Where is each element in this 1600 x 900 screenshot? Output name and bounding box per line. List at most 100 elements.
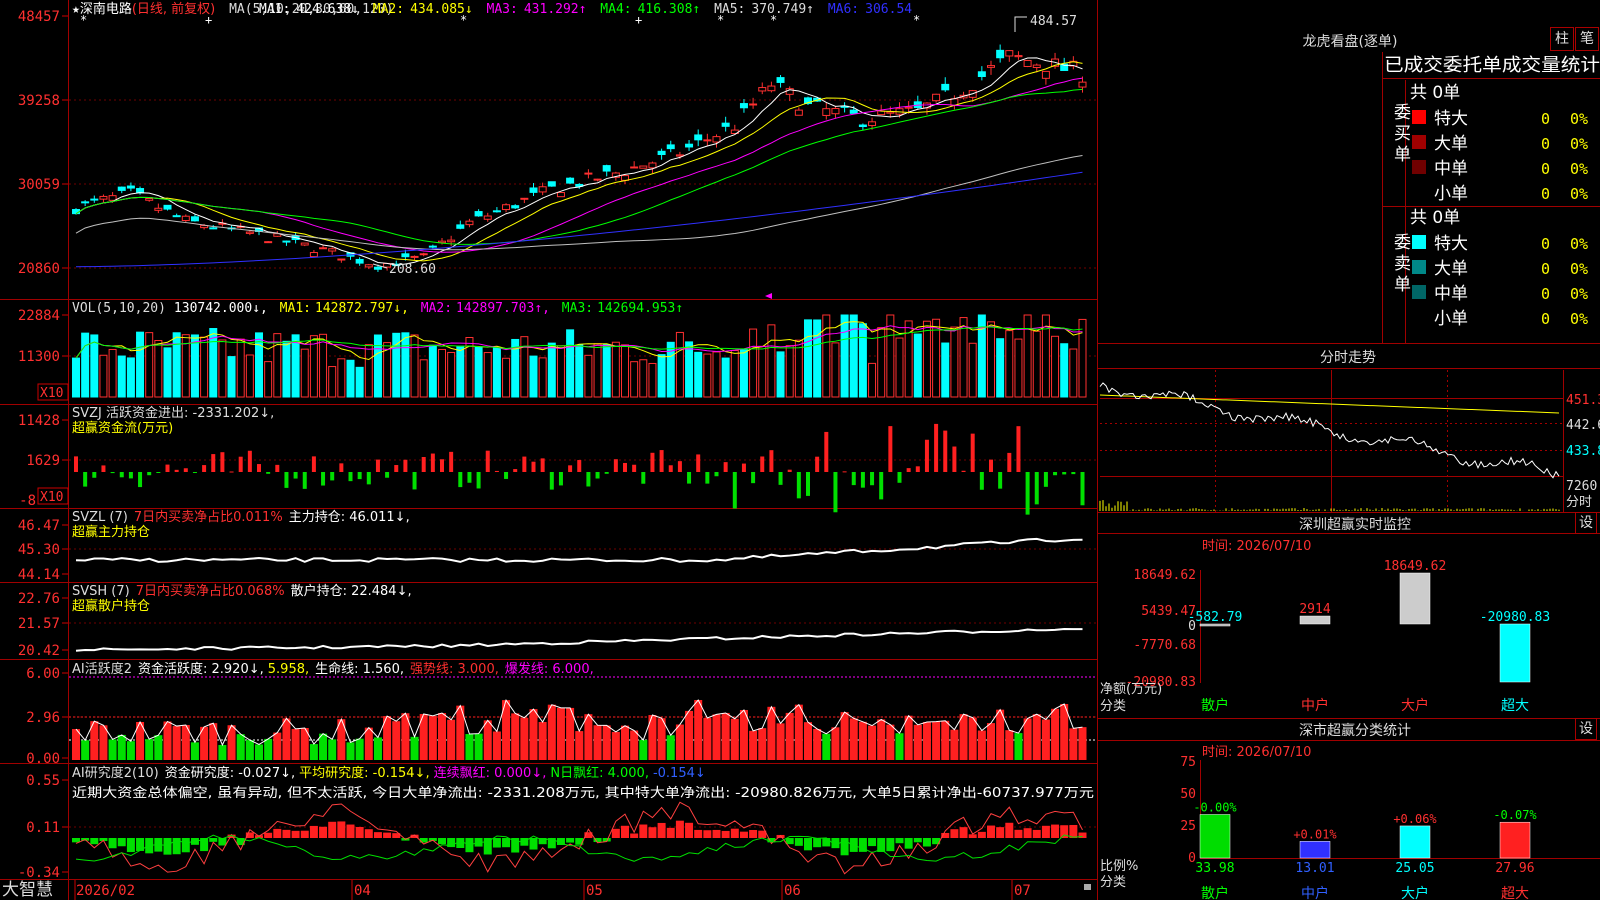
- flow-bar: [952, 446, 957, 472]
- bar-3: [1499, 821, 1531, 859]
- volume-bar: [602, 344, 611, 398]
- ma-values: MA1: 424.638↓ MA2: 434.085↓ MA3: 431.292↑ M…: [259, 2, 912, 17]
- volume-bar: [822, 314, 831, 398]
- flow-bar: [476, 472, 481, 489]
- szc-axis-0: 75: [1180, 755, 1196, 770]
- flow-bar: [568, 465, 573, 472]
- research-bar: [813, 838, 822, 848]
- category-label-1: 中户: [1301, 885, 1329, 900]
- volume-bar: [90, 334, 99, 398]
- column-view-button[interactable]: 柱: [1550, 27, 1574, 51]
- buy-row-value: 0: [1541, 160, 1550, 178]
- svzj-chart[interactable]: [74, 423, 1085, 515]
- activity-bar: [236, 734, 245, 760]
- volume-bar: [895, 337, 904, 398]
- activity-bar: [291, 728, 300, 760]
- volume-bar: [1005, 330, 1014, 398]
- ai-research-chart[interactable]: [72, 801, 1087, 875]
- sz-axis-3: -7770.68: [1133, 638, 1196, 653]
- activity-bar: [1014, 733, 1023, 760]
- candle-body: [419, 253, 428, 256]
- candlestick-chart[interactable]: [72, 44, 1087, 272]
- activity-bar: [987, 723, 995, 760]
- sz-monitor-settings-button[interactable]: 设: [1575, 512, 1597, 534]
- research-bar: [1005, 822, 1014, 838]
- intraday-axis-2: 433.8: [1566, 444, 1600, 459]
- candle-body: [886, 111, 895, 114]
- research-bar: [364, 829, 373, 838]
- svzl-chart[interactable]: [75, 537, 1083, 563]
- svsh-chart[interactable]: [75, 628, 1083, 652]
- volume-bar: [483, 352, 492, 398]
- flow-bar: [677, 461, 682, 472]
- flow-bar: [421, 456, 426, 472]
- flow-bar: [449, 451, 454, 472]
- volume-bar: [245, 354, 254, 398]
- flow-bar: [1025, 472, 1030, 515]
- flow-bar: [110, 472, 115, 474]
- flow-bar: [897, 472, 902, 483]
- activity-bar: [1051, 708, 1060, 760]
- candle-body: [858, 124, 867, 128]
- intraday-axis-0: 451.3: [1566, 393, 1600, 408]
- volume-chart[interactable]: [72, 314, 1087, 398]
- bar-label-3: 27.96: [1495, 861, 1534, 876]
- activity-bar: [639, 739, 648, 760]
- sell-row-value: 0: [1541, 260, 1550, 278]
- flow-bar: [119, 472, 124, 478]
- candle-body: [556, 192, 565, 198]
- research-bar: [996, 827, 1005, 838]
- candle-body: [1041, 70, 1050, 79]
- ai-active-chart[interactable]: [69, 676, 1097, 760]
- activity-bar: [282, 718, 291, 760]
- candle-body: [328, 248, 337, 252]
- activity-bar: [218, 744, 227, 760]
- activity-bar: [913, 724, 922, 760]
- volume-bar: [474, 346, 483, 398]
- flow-bar: [760, 456, 765, 472]
- sz-class-chart[interactable]: 33.98 散户 13.01 中户 25.05 大户 27.96 超大 -0.00% +0.01%…: [1193, 801, 1537, 900]
- flow-bar: [888, 426, 893, 472]
- candle-body: [648, 162, 657, 169]
- volume-bar: [255, 332, 263, 398]
- research-bar: [977, 831, 986, 838]
- intraday-axis-3: 7260: [1566, 479, 1597, 494]
- category-label-3: 超大: [1501, 698, 1529, 714]
- volume-bar: [611, 341, 620, 398]
- volume-bar: [922, 320, 931, 398]
- intraday-chart[interactable]: [1099, 382, 1560, 511]
- volume-bar: [556, 345, 565, 398]
- volume-bar: [492, 347, 501, 398]
- flow-bar: [687, 472, 692, 484]
- flow-bar: [311, 456, 316, 472]
- activity-bar: [72, 729, 80, 760]
- activity-bar: [126, 741, 135, 760]
- price-axis-0: 48457: [18, 9, 60, 25]
- research-bar: [886, 838, 895, 852]
- flow-bar: [842, 471, 847, 473]
- candle-body: [666, 144, 675, 150]
- flow-bar: [284, 472, 289, 488]
- svzj-header: SVZJ 活跃资金进出: -2331.202↓,: [72, 405, 274, 421]
- activity-bar: [840, 712, 849, 760]
- sz-monitor-title: 深圳超赢实时监控: [1299, 516, 1411, 533]
- svzl-header: SVZL (7) 7日内买卖净占比0.011% 主力持仓: 46.011↓,: [72, 509, 410, 525]
- longhu-tab-line[interactable]: 已成交委托单成交量统计: [1384, 55, 1600, 76]
- activity-bar: [703, 717, 712, 760]
- activity-bar: [877, 719, 886, 760]
- sz-monitor-chart[interactable]: -582.79 散户 2914 中户 18649.62 大户 -20980.83 超大: [1188, 559, 1551, 714]
- candle-body: [1014, 55, 1023, 58]
- high-mark: 484.57: [1030, 14, 1077, 29]
- sz-class-settings-button[interactable]: 设: [1575, 718, 1597, 740]
- candle-body: [941, 83, 950, 91]
- tick-view-button[interactable]: 笔: [1575, 27, 1599, 51]
- air-axis-2: -0.34: [18, 865, 60, 881]
- bar-label-0: 33.98: [1195, 861, 1234, 876]
- sell-label-2: 卖: [1394, 254, 1411, 274]
- activity-bar: [319, 733, 328, 760]
- research-bar: [337, 821, 346, 838]
- intraday-axis-1: 442.6: [1566, 418, 1600, 433]
- volume-bar: [99, 354, 108, 398]
- volume-bar: [172, 332, 181, 398]
- research-bar: [1032, 829, 1041, 838]
